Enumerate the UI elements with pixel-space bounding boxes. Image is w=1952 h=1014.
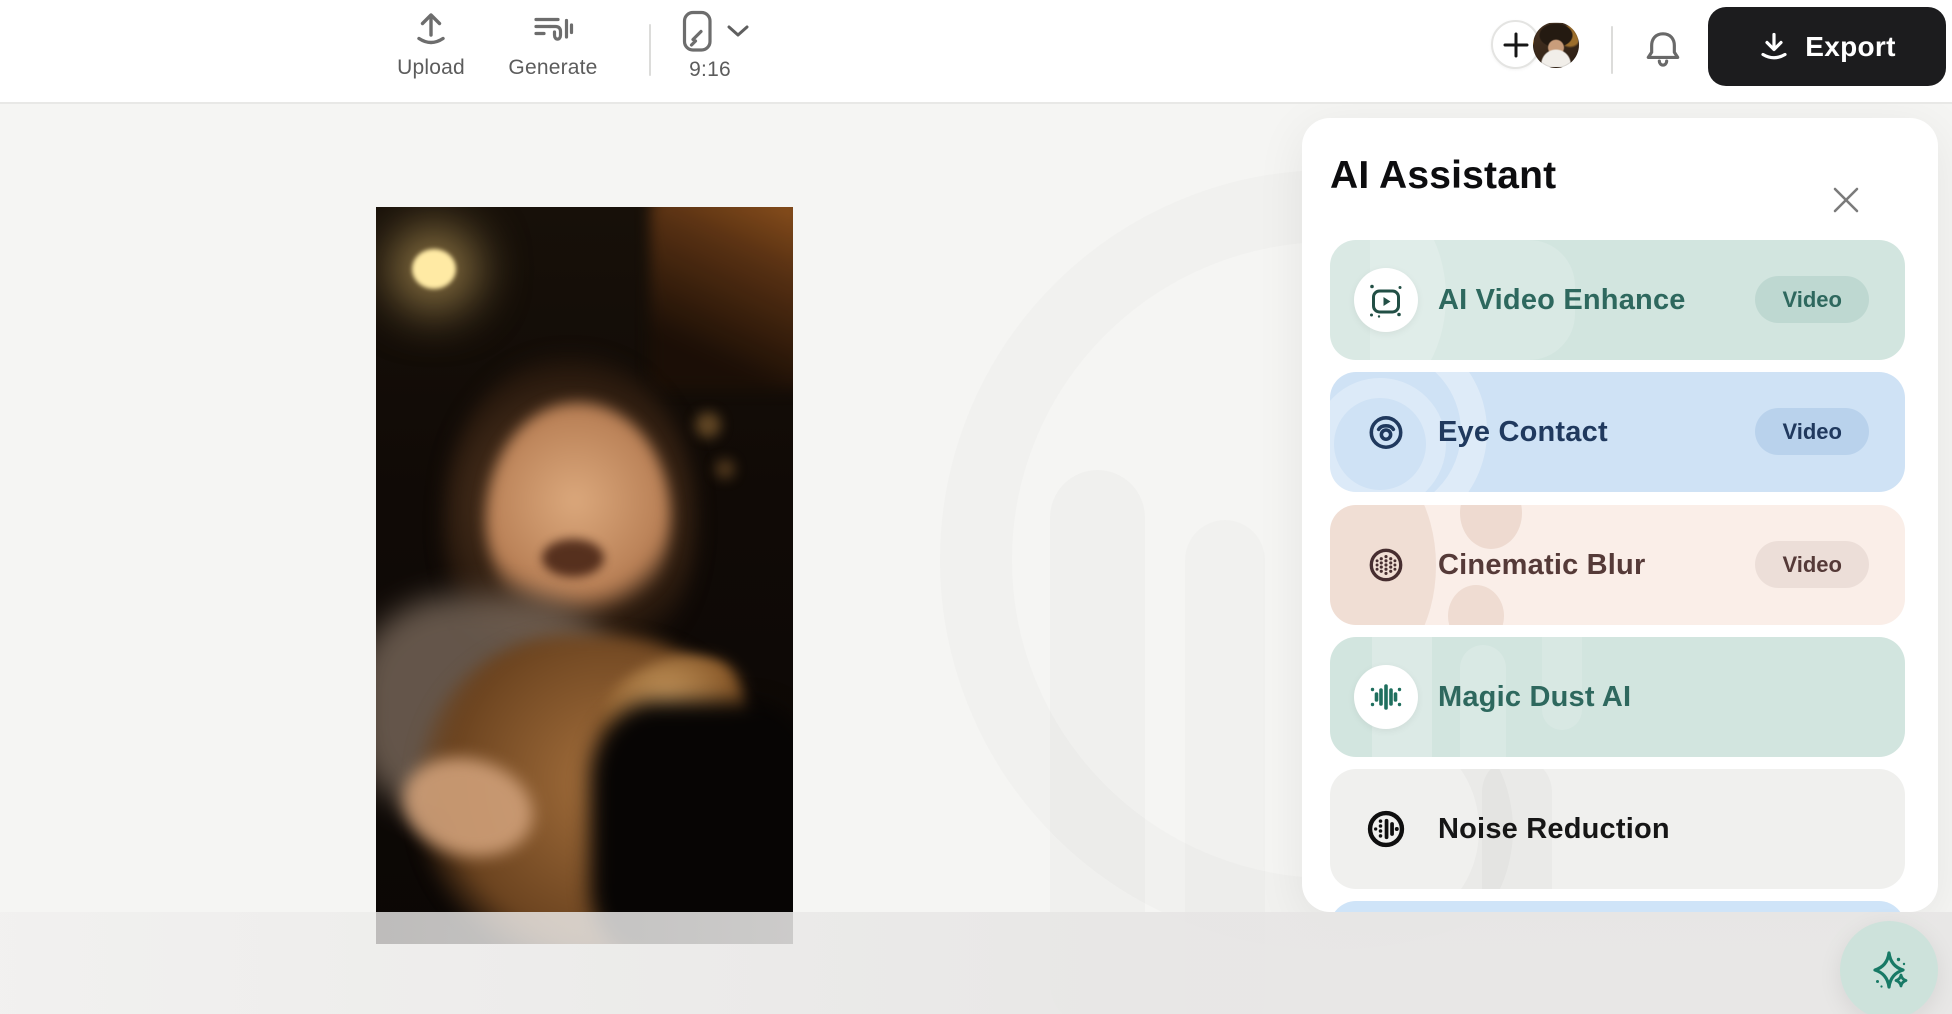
top-toolbar: Upload Generate 9:16 [0, 0, 1952, 104]
toolbar-divider [1611, 26, 1613, 74]
upload-arrow-icon [408, 6, 454, 54]
video-preview-canvas[interactable] [376, 207, 793, 944]
generate-button[interactable]: Generate [495, 6, 611, 80]
tool-label: Magic Dust AI [1438, 637, 1631, 757]
generate-label: Generate [508, 56, 597, 80]
aspect-ratio-selector[interactable]: 9:16 [652, 6, 768, 82]
export-button[interactable]: Export [1708, 7, 1946, 86]
tool-card-noise-reduction[interactable]: Noise Reduction [1330, 769, 1905, 889]
download-icon [1758, 30, 1790, 64]
tool-icon-circle [1354, 268, 1418, 332]
user-avatar[interactable] [1533, 22, 1579, 68]
video-subject-mouth [542, 539, 604, 577]
bell-icon [1642, 27, 1684, 71]
sparkle-icon [1865, 946, 1913, 994]
tool-card-cinematic-blur[interactable]: Cinematic Blur Video [1330, 505, 1905, 625]
tool-card-ai-video-enhance[interactable]: AI Video Enhance Video [1330, 240, 1905, 360]
tool-label: Cinematic Blur [1438, 505, 1645, 625]
cinematic-blur-icon [1365, 544, 1407, 586]
close-x-icon [1832, 186, 1860, 214]
upload-button[interactable]: Upload [373, 6, 489, 80]
toolbar-divider [649, 24, 651, 76]
video-bokeh-dot [715, 459, 735, 479]
video-dark-sleeve [590, 701, 793, 944]
tool-label: Eye Contact [1438, 372, 1608, 492]
video-bg-structure [650, 207, 793, 390]
tool-badge: Video [1755, 541, 1869, 588]
magic-dust-icon [1366, 677, 1406, 717]
close-panel-button[interactable] [1830, 184, 1862, 216]
tool-badge: Video [1755, 408, 1869, 455]
notifications-button[interactable] [1640, 26, 1686, 72]
ai-assistant-panel: AI Assistant AI Video Enhance [1302, 118, 1938, 912]
video-enhance-icon [1366, 280, 1406, 320]
export-label: Export [1805, 31, 1895, 63]
aspect-ratio-value: 9:16 [689, 58, 731, 82]
tool-icon-circle [1354, 797, 1418, 861]
noise-reduction-icon [1364, 807, 1408, 851]
bottom-frost-overlay [0, 912, 1952, 1014]
tool-badge: Video [1755, 276, 1869, 323]
tool-label: AI Video Enhance [1438, 240, 1686, 360]
tool-card-eye-contact[interactable]: Eye Contact Video [1330, 372, 1905, 492]
chevron-down-icon [727, 25, 749, 37]
phone-portrait-icon [671, 7, 717, 55]
tool-icon-circle [1354, 533, 1418, 597]
tool-icon-circle [1354, 400, 1418, 464]
eye-contact-icon [1365, 411, 1407, 453]
tool-label: Noise Reduction [1438, 769, 1670, 889]
generate-script-waveform-icon [529, 6, 577, 54]
tool-card-magic-dust-ai[interactable]: Magic Dust AI [1330, 637, 1905, 757]
panel-title: AI Assistant [1330, 154, 1556, 198]
plus-icon [1503, 32, 1529, 58]
tool-icon-circle [1354, 665, 1418, 729]
video-bokeh-dot [695, 412, 721, 438]
ai-assistant-fab[interactable] [1840, 921, 1938, 1014]
tool-card-partial[interactable] [1330, 901, 1905, 912]
video-bokeh-light [412, 249, 456, 289]
upload-label: Upload [397, 56, 465, 80]
